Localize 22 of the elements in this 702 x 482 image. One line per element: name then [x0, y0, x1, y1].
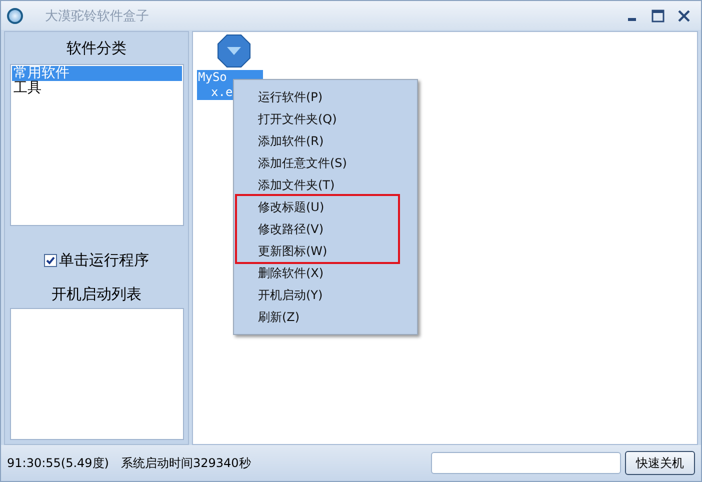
shutdown-button[interactable]: 快速关机 [625, 451, 695, 475]
menu-item[interactable]: 删除软件(X) [234, 262, 417, 284]
app-logo-icon [7, 8, 23, 24]
menu-item[interactable]: 添加文件夹(T) [234, 174, 417, 196]
category-heading: 软件分类 [66, 38, 126, 59]
uptime-text: 系统启动时间329340秒 [120, 454, 251, 472]
menu-item[interactable]: 更新图标(W) [234, 240, 417, 262]
menu-item[interactable]: 添加任意文件(S) [234, 152, 417, 174]
checkbox-label: 单击运行程序 [59, 251, 149, 270]
window-title: 大漠驼铃软件盒子 [45, 8, 149, 24]
menu-item[interactable]: 开机启动(Y) [234, 284, 417, 306]
clock-text: 91:30:55(5.49度) [7, 454, 109, 472]
checkbox[interactable] [44, 254, 57, 268]
menu-item[interactable]: 修改标题(U) [234, 196, 417, 218]
category-item[interactable]: 工具 [12, 81, 182, 96]
menu-item[interactable]: 添加软件(R) [234, 130, 417, 152]
menu-item[interactable]: 打开文件夹(Q) [234, 108, 417, 130]
file-icon[interactable] [217, 34, 251, 68]
menu-item[interactable]: 刷新(Z) [234, 306, 417, 328]
startup-heading: 开机启动列表 [52, 284, 142, 305]
menu-item[interactable]: 修改路径(V) [234, 218, 417, 240]
input-field[interactable] [431, 452, 621, 474]
